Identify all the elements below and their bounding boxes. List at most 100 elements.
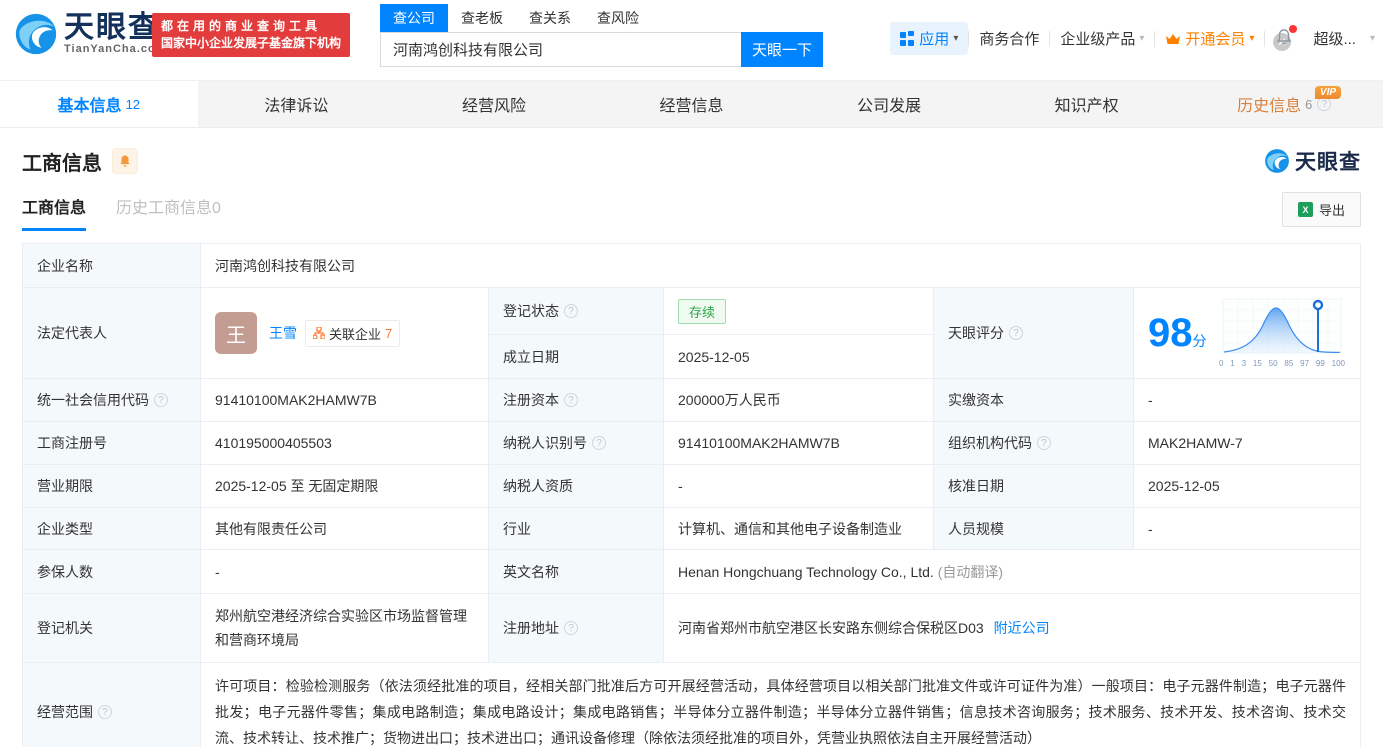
tab-legal-lawsuit[interactable]: 法律诉讼 — [198, 81, 396, 127]
help-icon[interactable]: ? — [98, 705, 112, 719]
chevron-down-icon: ▾ — [1139, 33, 1145, 44]
biz-term-label: 营业期限 — [22, 464, 201, 508]
tab-basic-info[interactable]: 基本信息 12 — [0, 81, 198, 127]
tab-operation-risk[interactable]: 经营风险 — [395, 81, 593, 127]
table-row: 法定代表人 王 王雪 关联企业 7 登记状态 ? 存续 天眼评分 ? 98分 0… — [22, 286, 1361, 379]
staff-size-value: - — [1133, 507, 1361, 550]
legal-rep-name-link[interactable]: 王雪 — [269, 323, 297, 343]
search-button[interactable]: 天眼一下 — [741, 32, 823, 67]
search-area: 查公司 查老板 查关系 查风险 天眼一下 — [380, 4, 823, 67]
tianyancha-logo-icon — [15, 13, 57, 55]
table-row: 参保人数 - 英文名称 Henan Hongchuang Technology … — [22, 549, 1361, 594]
table-row: 营业期限 2025-12-05 至 无固定期限 纳税人资质 - 核准日期 202… — [22, 464, 1361, 508]
help-icon[interactable]: ? — [1317, 97, 1332, 111]
tianyancha-logo-icon — [1265, 149, 1289, 173]
notification-bell-icon[interactable] — [1265, 24, 1303, 50]
tab-count: 12 — [125, 96, 141, 112]
section-title: 工商信息 — [22, 152, 102, 175]
industry-label: 行业 — [488, 507, 664, 550]
search-tab-risk[interactable]: 查风险 — [584, 4, 652, 32]
reg-number-value: 410195000405503 — [200, 421, 489, 465]
english-name-label: 英文名称 — [488, 549, 664, 594]
tab-company-development[interactable]: 公司发展 — [790, 81, 988, 127]
company-nav-tabs: 基本信息 12 法律诉讼 经营风险 经营信息 公司发展 知识产权 历史信息 6 … — [0, 80, 1383, 128]
help-icon[interactable]: ? — [564, 621, 578, 635]
tab-intellectual-property[interactable]: 知识产权 — [988, 81, 1186, 127]
legal-rep-label: 法定代表人 — [22, 287, 201, 379]
menu-vip-label: 开通会员 — [1185, 31, 1246, 48]
auto-translate-note: (自动翻译) — [937, 563, 1004, 580]
credit-code-label: 统一社会信用代码? — [22, 378, 201, 422]
search-tab-company[interactable]: 查公司 — [380, 4, 448, 32]
company-name-label: 企业名称 — [22, 243, 201, 288]
subtab-history-business-info[interactable]: 历史工商信息0 — [116, 194, 221, 231]
score-distribution-chart[interactable]: 01 3 15 50 85 97 99 100 — [1218, 298, 1346, 368]
tab-dev-label: 公司发展 — [857, 98, 922, 115]
top-menu: 应用 ▾ 商务合作 企业级产品 ▾ 开通会员 ▾ 超级... ▾ — [890, 22, 1375, 55]
excel-icon: X — [1297, 202, 1313, 217]
help-icon[interactable]: ? — [564, 393, 578, 407]
org-chart-icon — [313, 327, 325, 339]
subtab-business-info[interactable]: 工商信息 — [22, 194, 87, 231]
reg-capital-label: 注册资本? — [488, 378, 664, 422]
legal-rep-avatar[interactable]: 王 — [215, 312, 257, 354]
help-icon[interactable]: ? — [564, 304, 578, 319]
biz-term-value: 2025-12-05 至 无固定期限 — [200, 464, 489, 508]
taxpayer-id-label: 纳税人识别号? — [488, 421, 664, 465]
slogan-line1: 都在用的商业查询工具 — [161, 19, 322, 33]
tab-history-info[interactable]: 历史信息 6 ? VIP — [1185, 81, 1383, 127]
approval-date-value: 2025-12-05 — [1133, 464, 1361, 508]
company-type-label: 企业类型 — [22, 507, 201, 550]
menu-user[interactable]: 超级... — [1303, 28, 1366, 49]
search-tab-boss[interactable]: 查老板 — [448, 4, 516, 32]
company-name-value: 河南鸿创科技有限公司 — [200, 243, 1361, 288]
chevron-down-icon: ▾ — [1249, 33, 1255, 44]
crown-icon — [1166, 33, 1181, 44]
taxpayer-id-value: 91410100MAK2HAMW7B — [663, 421, 934, 465]
menu-user-label: 超级... — [1313, 31, 1356, 48]
menu-open-vip[interactable]: 开通会员 ▾ — [1155, 28, 1264, 49]
business-info-table: 企业名称 河南鸿创科技有限公司 法定代表人 王 王雪 关联企业 7 登记状态 ?… — [22, 243, 1361, 747]
score-number: 98 — [1148, 311, 1193, 355]
tianyancha-logo[interactable]: 天眼查 TianYanCha.com — [14, 12, 166, 56]
chart-x-ticks: 01 3 15 50 85 97 99 100 — [1219, 359, 1345, 368]
est-date-value: 2025-12-05 — [663, 334, 934, 379]
tab-operation-info[interactable]: 经营信息 — [593, 81, 791, 127]
search-tab-relation[interactable]: 查关系 — [516, 4, 584, 32]
score-value: 98分 — [1148, 313, 1207, 353]
search-input[interactable] — [380, 32, 741, 67]
help-icon[interactable]: ? — [592, 436, 606, 450]
reg-capital-value: 200000万人民币 — [663, 378, 934, 422]
taxpayer-quality-label: 纳税人资质 — [488, 464, 664, 508]
menu-enterprise-label: 企业级产品 — [1060, 31, 1136, 48]
apps-grid-icon — [900, 30, 915, 46]
menu-enterprise-product[interactable]: 企业级产品 ▾ — [1050, 28, 1154, 49]
help-icon[interactable]: ? — [1009, 326, 1023, 340]
export-button[interactable]: X 导出 — [1281, 192, 1361, 227]
help-icon[interactable]: ? — [1037, 436, 1051, 450]
tab-count: 6 — [1305, 96, 1313, 112]
menu-apps[interactable]: 应用 ▾ — [890, 22, 969, 55]
help-icon[interactable]: ? — [154, 393, 168, 407]
section-watermark-logo: 天眼查 — [1264, 146, 1361, 176]
tab-op-info-label: 经营信息 — [659, 98, 724, 115]
paid-capital-value: - — [1133, 378, 1361, 422]
table-row: 工商注册号 410195000405503 纳税人识别号? 91410100MA… — [22, 421, 1361, 465]
slogan-badge: 都在用的商业查询工具 国家中小企业发展子基金旗下机构 — [152, 13, 351, 57]
tab-basic-info-label: 基本信息 — [57, 98, 122, 115]
menu-business-coop[interactable]: 商务合作 — [969, 28, 1049, 49]
approval-date-label: 核准日期 — [933, 464, 1134, 508]
nearby-companies-link[interactable]: 附近公司 — [994, 620, 1050, 636]
notification-dot — [1289, 24, 1298, 33]
company-type-value: 其他有限责任公司 — [200, 507, 489, 550]
table-row: 企业名称 河南鸿创科技有限公司 — [22, 243, 1361, 288]
insured-value: - — [200, 549, 489, 594]
est-date-label: 成立日期 — [488, 334, 664, 379]
score-unit: 分 — [1192, 333, 1207, 349]
subscribe-bell-icon[interactable] — [112, 148, 138, 174]
related-companies-button[interactable]: 关联企业 7 — [305, 319, 401, 347]
chevron-down-icon[interactable]: ▾ — [1370, 33, 1375, 44]
address-text: 河南省郑州市航空港区长安路东侧综合保税区D03 — [678, 620, 984, 636]
business-info-section: 工商信息 天眼查 工商信息 历史工商信息0 X 导出 企业名称 河南鸿创科技有限… — [0, 146, 1383, 747]
menu-apps-label: 应用 — [919, 31, 950, 48]
